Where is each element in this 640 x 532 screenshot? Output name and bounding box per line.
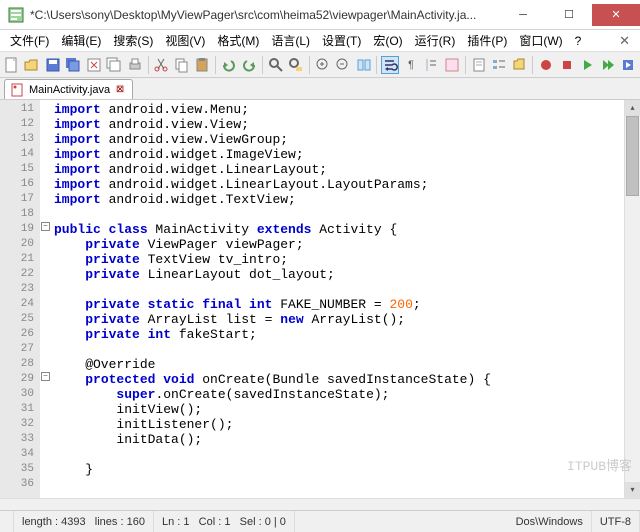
- maximize-button[interactable]: ☐: [546, 4, 592, 26]
- menu-settings[interactable]: 设置(T): [316, 30, 367, 51]
- stop-macro-icon[interactable]: [558, 56, 576, 74]
- titlebar: *C:\Users\sony\Desktop\MyViewPager\src\c…: [0, 0, 640, 30]
- code-area[interactable]: import android.view.Menu;import android.…: [52, 100, 624, 498]
- record-macro-icon[interactable]: [537, 56, 555, 74]
- file-icon: [11, 83, 25, 97]
- menu-plugins[interactable]: 插件(P): [461, 30, 513, 51]
- vertical-scrollbar[interactable]: ▴ ▾: [624, 100, 640, 498]
- show-all-chars-icon[interactable]: ¶: [402, 56, 420, 74]
- user-lang-icon[interactable]: [443, 56, 461, 74]
- menu-close-icon[interactable]: ✕: [613, 33, 636, 49]
- close-file-icon[interactable]: [85, 56, 103, 74]
- toolbar: ¶: [0, 52, 640, 78]
- menu-help[interactable]: ?: [569, 32, 588, 50]
- copy-icon[interactable]: [173, 56, 191, 74]
- tabbar: MainActivity.java ⊠: [0, 78, 640, 100]
- save-all-icon[interactable]: [65, 56, 83, 74]
- menu-view[interactable]: 视图(V): [159, 30, 211, 51]
- func-list-icon[interactable]: [490, 56, 508, 74]
- play-multi-icon[interactable]: [599, 56, 617, 74]
- minimize-button[interactable]: ─: [500, 4, 546, 26]
- status-eol[interactable]: Dos\Windows: [508, 511, 592, 532]
- horizontal-scrollbar[interactable]: [0, 498, 640, 510]
- menubar: 文件(F) 编辑(E) 搜索(S) 视图(V) 格式(M) 语言(L) 设置(T…: [0, 30, 640, 52]
- cut-icon[interactable]: [152, 56, 170, 74]
- window-controls: ─ ☐ ✕: [500, 4, 640, 26]
- replace-icon[interactable]: [287, 56, 305, 74]
- editor: 1112131415161718192021222324252627282930…: [0, 100, 640, 498]
- undo-icon[interactable]: [220, 56, 238, 74]
- indent-guide-icon[interactable]: [423, 56, 441, 74]
- save-icon[interactable]: [44, 56, 62, 74]
- scroll-down-icon[interactable]: ▾: [625, 482, 640, 498]
- tab-close-icon[interactable]: ⊠: [114, 84, 126, 96]
- wordwrap-icon[interactable]: [381, 56, 399, 74]
- menu-format[interactable]: 格式(M): [211, 30, 265, 51]
- menu-window[interactable]: 窗口(W): [513, 30, 568, 51]
- fold-toggle[interactable]: −: [41, 222, 50, 231]
- save-macro-icon[interactable]: [619, 56, 637, 74]
- folder-tree-icon[interactable]: [511, 56, 529, 74]
- print-icon[interactable]: [126, 56, 144, 74]
- new-file-icon[interactable]: [3, 56, 21, 74]
- window-title: *C:\Users\sony\Desktop\MyViewPager\src\c…: [30, 8, 500, 22]
- close-all-icon[interactable]: [106, 56, 124, 74]
- scroll-up-icon[interactable]: ▴: [625, 100, 640, 116]
- menu-language[interactable]: 语言(L): [265, 30, 316, 51]
- zoom-out-icon[interactable]: [334, 56, 352, 74]
- sync-scroll-icon[interactable]: [355, 56, 373, 74]
- fold-toggle[interactable]: −: [41, 372, 50, 381]
- tab-mainactivity[interactable]: MainActivity.java ⊠: [4, 79, 133, 99]
- line-numbers: 1112131415161718192021222324252627282930…: [0, 100, 40, 498]
- redo-icon[interactable]: [240, 56, 258, 74]
- play-macro-icon[interactable]: [578, 56, 596, 74]
- doc-map-icon[interactable]: [470, 56, 488, 74]
- statusbar: length : 4393 lines : 160 Ln : 1 Col : 1…: [0, 510, 640, 532]
- menu-edit[interactable]: 编辑(E): [55, 30, 107, 51]
- status-encoding[interactable]: UTF-8: [592, 511, 640, 532]
- zoom-in-icon[interactable]: [314, 56, 332, 74]
- menu-search[interactable]: 搜索(S): [107, 30, 159, 51]
- close-button[interactable]: ✕: [592, 4, 640, 26]
- find-icon[interactable]: [267, 56, 285, 74]
- status-length: length : 4393 lines : 160: [14, 511, 154, 532]
- tab-label: MainActivity.java: [29, 84, 110, 96]
- menu-file[interactable]: 文件(F): [4, 30, 55, 51]
- paste-icon[interactable]: [193, 56, 211, 74]
- watermark: ITPUB博客: [567, 455, 632, 474]
- fold-column: − −: [40, 100, 52, 498]
- status-position: Ln : 1 Col : 1 Sel : 0 | 0: [154, 511, 295, 532]
- status-grip: [0, 511, 14, 532]
- scroll-thumb[interactable]: [626, 116, 639, 196]
- app-icon: [8, 7, 24, 23]
- menu-run[interactable]: 运行(R): [409, 30, 462, 51]
- menu-macro[interactable]: 宏(O): [367, 30, 408, 51]
- open-file-icon[interactable]: [24, 56, 42, 74]
